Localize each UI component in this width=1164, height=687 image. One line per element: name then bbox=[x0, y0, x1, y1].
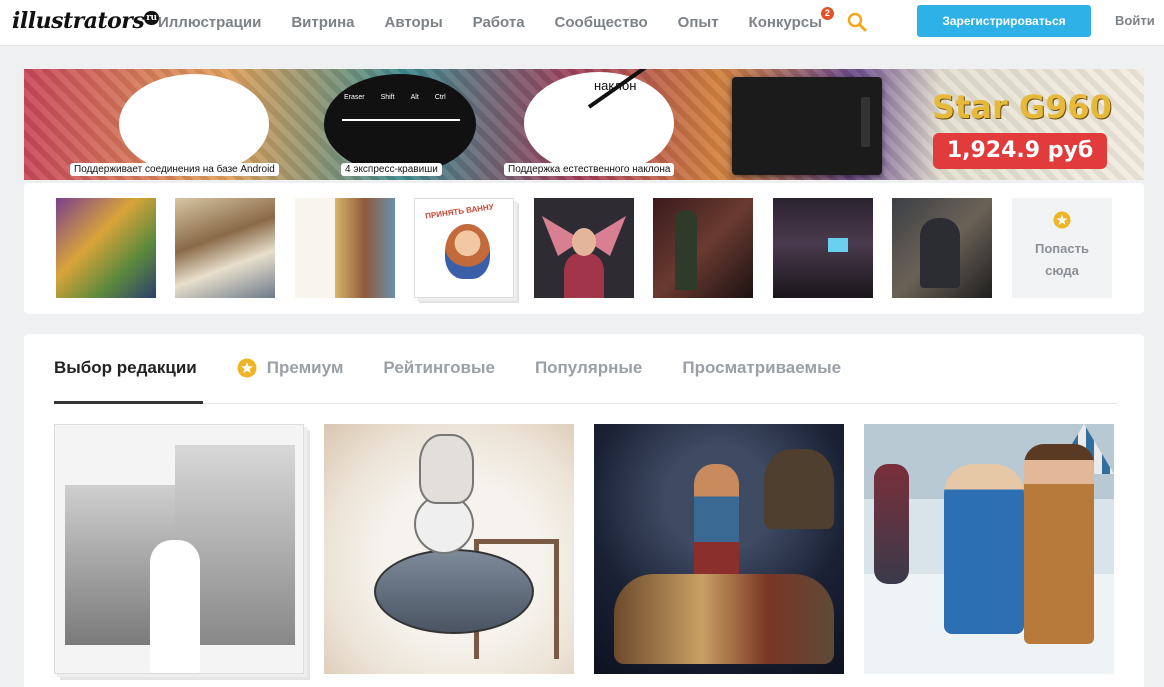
thumbnail-4-text: ПРИНЯТЬ ВАННУ bbox=[424, 202, 495, 221]
thumbnail-2[interactable] bbox=[175, 198, 275, 298]
figure-face bbox=[572, 228, 596, 256]
tab-popular[interactable]: Популярные bbox=[535, 358, 642, 378]
nav-contests-label: Конкурсы bbox=[748, 14, 822, 31]
gentleman-skater bbox=[1024, 444, 1094, 644]
thumbnail-4[interactable]: ПРИНЯТЬ ВАННУ bbox=[414, 198, 514, 298]
nav-contests[interactable]: Конкурсы 2 bbox=[748, 7, 834, 31]
lady-skater bbox=[944, 464, 1024, 634]
nav-illustrations[interactable]: Иллюстрации bbox=[158, 14, 261, 31]
nav-community[interactable]: Сообщество bbox=[555, 14, 648, 31]
tablet-keys-bar bbox=[861, 97, 870, 147]
pig-figure bbox=[374, 549, 534, 634]
seated-figure bbox=[920, 218, 960, 288]
logo-text: illustrators bbox=[12, 8, 145, 34]
thumbnail-8[interactable] bbox=[892, 198, 992, 298]
contests-count-badge: 2 bbox=[820, 7, 834, 20]
search-icon[interactable] bbox=[847, 12, 867, 32]
tab-rated[interactable]: Рейтинговые bbox=[383, 358, 495, 378]
caption-tilt: Поддержка естественного наклона bbox=[504, 163, 675, 176]
man-silhouette bbox=[150, 540, 200, 673]
sailor-figure bbox=[445, 224, 490, 279]
top-header: illustrators ru Иллюстрации Витрина Автор… bbox=[0, 0, 1164, 46]
tabs-divider bbox=[54, 403, 1117, 404]
reclining-people bbox=[614, 574, 834, 664]
android-oval bbox=[119, 74, 269, 174]
product-price: 1,924.9 руб bbox=[933, 133, 1107, 169]
get-featured-slot[interactable]: Попасть сюда bbox=[1012, 198, 1112, 298]
premium-star-icon bbox=[237, 358, 257, 378]
site-logo[interactable]: illustrators ru bbox=[12, 8, 159, 34]
key-alt: Alt bbox=[410, 94, 419, 101]
artwork-card-1[interactable] bbox=[54, 424, 304, 674]
soldier-figure bbox=[675, 210, 697, 290]
tab-premium[interactable]: Премиум bbox=[237, 358, 344, 378]
cat-figure bbox=[419, 434, 474, 504]
background-skater bbox=[874, 464, 909, 584]
thumbnail-7[interactable] bbox=[773, 198, 873, 298]
express-keys: Eraser Shift Alt Ctrl bbox=[344, 94, 446, 101]
tab-editors-choice[interactable]: Выбор редакции bbox=[54, 358, 197, 378]
artwork-card-2[interactable] bbox=[324, 424, 574, 674]
nav-showcase[interactable]: Витрина bbox=[291, 14, 354, 31]
thumbnail-6[interactable] bbox=[653, 198, 753, 298]
figure-body bbox=[564, 253, 604, 298]
monitor-glow bbox=[828, 238, 848, 252]
login-link[interactable]: Войти bbox=[1115, 13, 1155, 28]
main-nav: Иллюстрации Витрина Авторы Работа Сообще… bbox=[158, 7, 852, 31]
graphics-tablet-image bbox=[732, 77, 882, 175]
nav-authors[interactable]: Авторы bbox=[385, 14, 443, 31]
featured-thumbnails: ПРИНЯТЬ ВАННУ Попасть сюда bbox=[24, 183, 1144, 314]
key-eraser: Eraser bbox=[344, 94, 365, 101]
premium-star-icon bbox=[1053, 211, 1071, 229]
thumbnail-5[interactable] bbox=[534, 198, 634, 298]
product-name: Star G960 bbox=[932, 88, 1112, 126]
artwork-card-3[interactable] bbox=[594, 424, 844, 674]
active-tab-underline bbox=[54, 401, 203, 404]
keys-line bbox=[342, 119, 460, 129]
lion-statue bbox=[764, 449, 834, 529]
tab-most-viewed[interactable]: Просматриваемые bbox=[682, 358, 841, 378]
register-button[interactable]: Зарегистрироваться bbox=[917, 5, 1091, 37]
logo-suffix: ru bbox=[144, 11, 159, 25]
thumbnail-1[interactable] bbox=[56, 198, 156, 298]
gallery-tabs: Выбор редакции Премиум Рейтинговые Попул… bbox=[54, 358, 881, 378]
thumbnail-3[interactable] bbox=[295, 198, 395, 298]
caption-keys: 4 экспресс-кравиши bbox=[341, 163, 442, 176]
artwork-card-4[interactable] bbox=[864, 424, 1114, 674]
key-ctrl: Ctrl bbox=[434, 94, 446, 101]
promo-banner[interactable]: Eraser Shift Alt Ctrl наклон Поддерживае… bbox=[24, 69, 1144, 180]
nav-work[interactable]: Работа bbox=[473, 14, 525, 31]
caption-android: Поддерживает соединения на базе Android bbox=[70, 163, 279, 176]
key-shift: Shift bbox=[380, 94, 395, 101]
tab-premium-label: Премиум bbox=[266, 358, 344, 377]
get-featured-label: Попасть сюда bbox=[1035, 241, 1089, 278]
gallery-section: Выбор редакции Премиум Рейтинговые Попул… bbox=[24, 334, 1144, 687]
nav-experience[interactable]: Опыт bbox=[678, 14, 719, 31]
